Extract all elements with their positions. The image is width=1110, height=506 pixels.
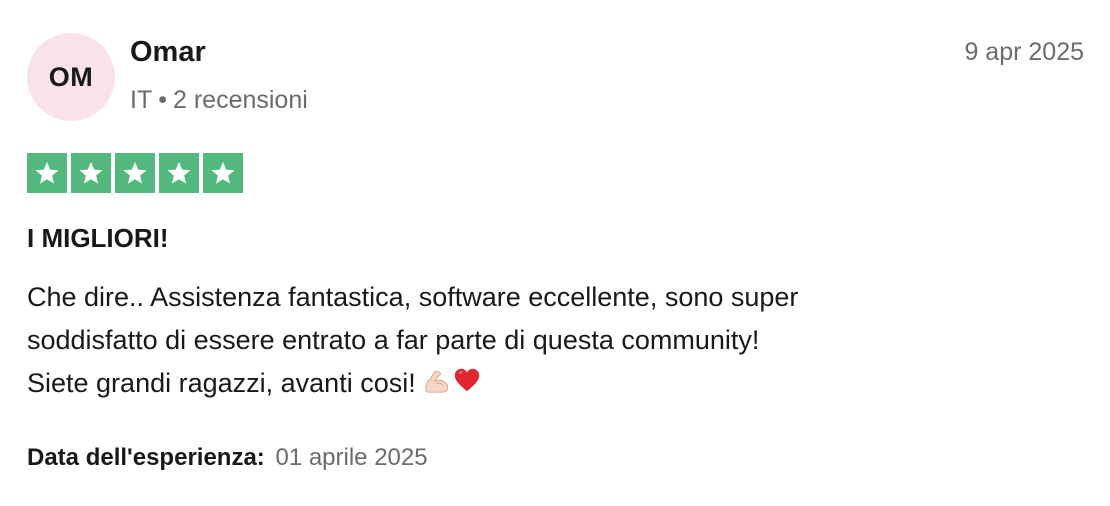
star-rating [27, 153, 243, 193]
star-1 [27, 153, 67, 193]
avatar-initials: OM [48, 61, 94, 92]
review-body-line: Siete grandi ragazzi, avanti cosi! [27, 368, 416, 398]
star-icon [35, 161, 59, 184]
reviewer-review-count: 2 recensioni [172, 86, 308, 114]
reviewer-meta: IT • 2 recensioni [130, 86, 308, 115]
star-2 [71, 153, 111, 193]
meta-separator: • [158, 86, 167, 114]
review-body: Che dire.. Assistenza fantastica, softwa… [27, 276, 1077, 405]
reviewer-country: IT [130, 86, 153, 114]
star-icon [211, 161, 235, 184]
review-body-line: soddisfatto di essere entrato a far part… [27, 325, 760, 355]
star-icon [123, 161, 147, 184]
review-card: OM Omar IT • 2 recensioni 9 apr 2025 I M… [0, 0, 1110, 506]
experience-label: Data dell'esperienza: [27, 444, 265, 471]
review-date: 9 apr 2025 [964, 38, 1084, 66]
reviewer-name[interactable]: Omar [130, 36, 206, 69]
experience-date: Data dell'esperienza: 01 aprile 2025 [27, 444, 428, 472]
star-icon [167, 161, 191, 184]
review-title[interactable]: I MIGLIORI! [27, 223, 169, 254]
review-body-line: Che dire.. Assistenza fantastica, softwa… [27, 282, 799, 312]
star-5 [203, 153, 243, 193]
review-body-line-last: Siete grandi ragazzi, avanti cosi! [27, 362, 1077, 405]
star-4 [159, 153, 199, 193]
star-3 [115, 153, 155, 193]
experience-date-value: 01 aprile 2025 [275, 444, 428, 471]
flexed-biceps-icon [424, 370, 448, 393]
star-icon [79, 161, 103, 184]
avatar[interactable]: OM [27, 33, 115, 121]
emoji-group [422, 365, 482, 395]
red-heart-icon [454, 368, 479, 392]
